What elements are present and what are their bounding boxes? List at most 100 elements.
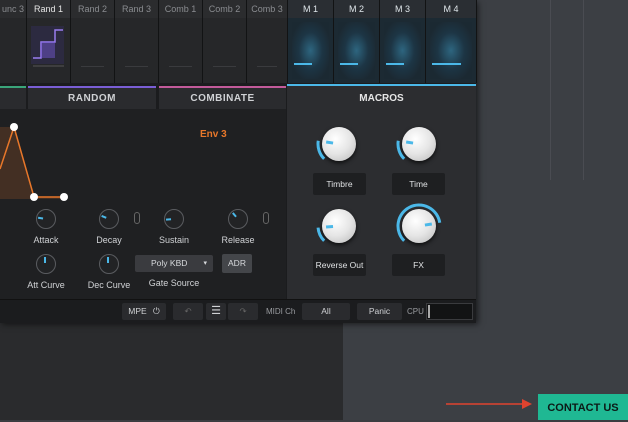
mod-tab-level — [257, 66, 277, 67]
macro-tab-glow — [292, 22, 329, 79]
reverse-out-knob[interactable] — [319, 206, 359, 246]
reverse-out-label[interactable]: Reverse Out — [313, 254, 366, 276]
time-label[interactable]: Time — [392, 173, 445, 195]
envelope-attack-handle — [10, 123, 18, 131]
mod-tab-comb3[interactable]: Comb 3 — [247, 0, 288, 83]
midi-ch-select[interactable]: All — [302, 303, 350, 320]
mod-tab-label: Comb 1 — [159, 0, 202, 18]
mod-tab-level — [213, 66, 236, 67]
gate-source-select[interactable]: Poly KBD ▾ — [135, 255, 213, 272]
envelope-release-handle — [60, 193, 68, 201]
macros-panel: MACROS Timbre Time Reverse Out FX — [287, 84, 476, 301]
adr-button[interactable]: ADR — [222, 254, 252, 273]
macro-tab-m1[interactable]: M 1 — [288, 0, 334, 83]
timbre-knob[interactable] — [319, 124, 359, 164]
macro-tab-level — [340, 63, 358, 65]
undo-icon: ↶ — [184, 306, 191, 316]
macro-tab-m4[interactable]: M 4 — [426, 0, 477, 83]
macros-title: MACROS — [287, 93, 476, 104]
redo-icon: ↷ — [239, 306, 246, 316]
macro-tab-glow — [384, 22, 421, 79]
timbre-label[interactable]: Timbre — [313, 173, 366, 195]
background-line — [583, 0, 584, 180]
section-tab-random[interactable]: RANDOM — [28, 86, 156, 110]
mod-tab-rand1[interactable]: Rand 1 — [27, 0, 71, 83]
macro-indicator-layer — [316, 121, 362, 167]
attack-curve-knob[interactable] — [36, 254, 56, 274]
background-bottom-left — [0, 322, 343, 420]
mod-tab-func3[interactable]: unc 3 — [0, 0, 27, 83]
cpu-meter — [426, 303, 473, 320]
contact-us-button[interactable]: CONTACT US — [538, 394, 628, 420]
knob-indicator — [232, 212, 235, 216]
release-knob[interactable] — [228, 209, 248, 229]
knob-indicator — [101, 215, 106, 217]
mod-tab-label: Rand 2 — [71, 0, 114, 18]
macro-indicator-layer — [396, 203, 442, 249]
section-tab-functions[interactable] — [0, 86, 26, 110]
macro-tab-glow — [430, 22, 472, 79]
cpu-label: CPU — [407, 303, 424, 320]
envelope-graph[interactable] — [0, 109, 90, 204]
menu-button[interactable]: ☰ — [206, 303, 226, 320]
mod-tab-label: Comb 3 — [247, 0, 287, 18]
chevron-down-icon: ▾ — [203, 255, 207, 272]
macro-tab-m3[interactable]: M 3 — [380, 0, 426, 83]
fx-knob[interactable] — [399, 206, 439, 246]
mod-tab-level — [81, 66, 104, 67]
power-icon: ⏻ — [153, 306, 160, 316]
macro-tab-label: M 1 — [288, 0, 333, 18]
sustain-knob[interactable] — [164, 209, 184, 229]
time-knob[interactable] — [399, 124, 439, 164]
link-icon[interactable] — [263, 212, 269, 224]
background-line — [550, 0, 551, 180]
mpe-button[interactable]: MPE ⏻ — [122, 303, 166, 320]
att-curve-label: Att Curve — [11, 280, 81, 290]
envelope-panel: Env 3 Attack Decay Sustain Release Poly … — [0, 109, 286, 299]
macro-indicator-layer — [316, 203, 362, 249]
gate-source-value: Poly KBD — [151, 258, 187, 268]
fx-label[interactable]: FX — [392, 254, 445, 276]
link-icon[interactable] — [134, 212, 140, 224]
gate-source-label: Gate Source — [139, 278, 209, 288]
mod-tab-comb2[interactable]: Comb 2 — [203, 0, 247, 83]
mod-tab-label: unc 3 — [0, 0, 26, 18]
mod-tab-level — [125, 66, 148, 67]
decay-label: Decay — [74, 235, 144, 245]
mod-tab-rand3[interactable]: Rand 3 — [115, 0, 159, 83]
section-tab-combinate[interactable]: COMBINATE — [159, 86, 286, 110]
macro-tab-m2[interactable]: M 2 — [334, 0, 380, 83]
mod-tab-comb1[interactable]: Comb 1 — [159, 0, 203, 83]
random-step-preview — [27, 18, 70, 83]
macro-tab-glow — [338, 22, 375, 79]
macro-tab-level — [386, 63, 404, 65]
synth-window: unc 3 Rand 1 Rand 2 Rand 3 Comb 1 Comb 2… — [0, 0, 476, 322]
hamburger-icon: ☰ — [211, 305, 221, 317]
decay-knob[interactable] — [99, 209, 119, 229]
release-label: Release — [203, 235, 273, 245]
macro-indicator — [326, 142, 333, 143]
decay-curve-knob[interactable] — [99, 254, 119, 274]
sustain-label: Sustain — [139, 235, 209, 245]
macro-tab-level — [294, 63, 312, 65]
mod-tab-label: Rand 1 — [27, 0, 70, 18]
redo-button[interactable]: ↷ — [228, 303, 258, 320]
undo-button[interactable]: ↶ — [173, 303, 203, 320]
macro-tab-level — [432, 63, 461, 65]
midi-ch-label: MIDI Ch — [266, 303, 295, 320]
macro-indicator — [406, 142, 413, 143]
mod-tab-rand2[interactable]: Rand 2 — [71, 0, 115, 83]
arrow-right-icon — [444, 397, 534, 411]
macro-indicator-layer — [396, 121, 442, 167]
attack-knob[interactable] — [36, 209, 56, 229]
mpe-label: MPE — [128, 306, 146, 316]
knob-indicator — [38, 217, 43, 218]
macro-tab-label: M 4 — [426, 0, 476, 18]
macro-indicator — [425, 224, 432, 225]
cpu-meter-bar — [428, 305, 430, 318]
panic-button[interactable]: Panic — [357, 303, 402, 320]
mod-tab-label: Rand 3 — [115, 0, 158, 18]
macro-tab-label: M 2 — [334, 0, 379, 18]
bottom-bar: MPE ⏻ ↶ ☰ ↷ MIDI Ch All Panic CPU — [0, 299, 476, 323]
macro-tab-label: M 3 — [380, 0, 425, 18]
